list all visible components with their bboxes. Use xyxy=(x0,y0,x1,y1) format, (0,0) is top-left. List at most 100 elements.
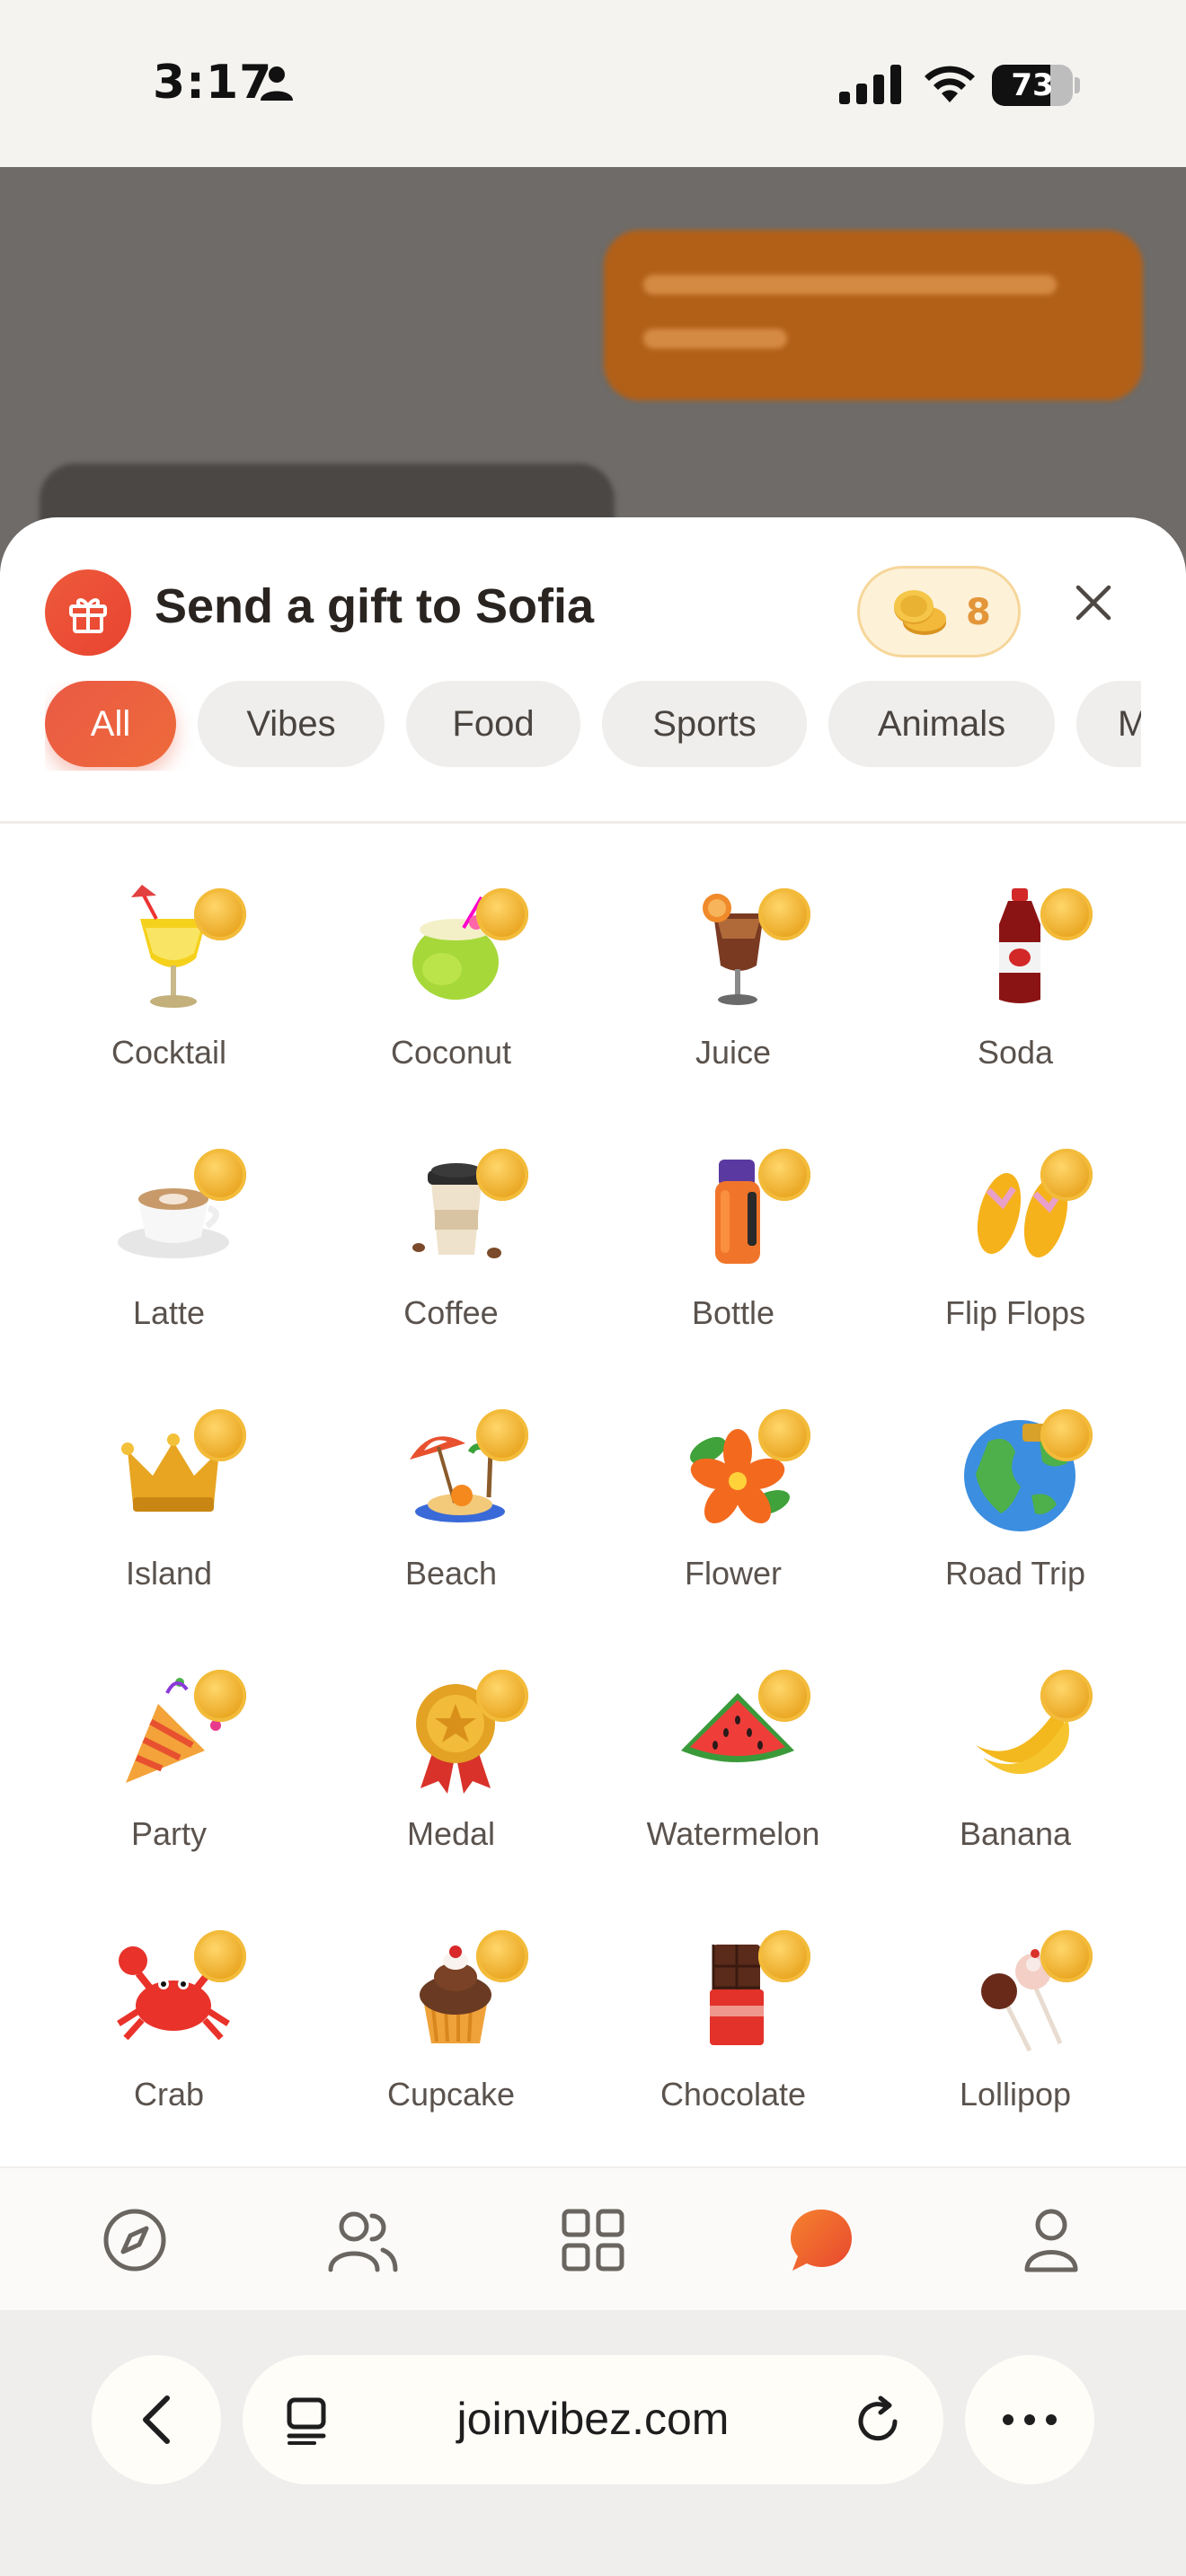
gift-item-coconut[interactable]: Coconut xyxy=(316,876,586,1109)
coin-balance[interactable]: 8 xyxy=(857,566,1021,657)
coin-icon xyxy=(476,1670,528,1722)
coin-icon xyxy=(758,1149,810,1201)
status-time: 3:17 xyxy=(153,56,273,110)
coin-icon xyxy=(758,1409,810,1461)
gift-item-bottle[interactable]: Bottle xyxy=(598,1136,868,1370)
tab-sports[interactable]: Sports xyxy=(602,681,807,767)
coin-icon xyxy=(476,1409,528,1461)
signal-icon xyxy=(839,65,901,104)
coin-icon xyxy=(1040,1149,1093,1201)
nav-chat[interactable] xyxy=(785,2204,857,2276)
address-bar[interactable]: joinvibez.com xyxy=(243,2355,943,2484)
coin-icon xyxy=(1040,1930,1093,1982)
gift-item-juice[interactable]: Juice xyxy=(598,876,868,1109)
gift-label: Coffee xyxy=(403,1294,499,1331)
chat-icon xyxy=(791,2210,852,2271)
tab-all[interactable]: All xyxy=(45,681,176,767)
people-icon xyxy=(328,2211,398,2272)
gift-sheet: Send a gift to Sofia 8 All Vibes Food Sp… xyxy=(0,517,1186,2166)
gift-item-flip-flops[interactable]: Flip Flops xyxy=(881,1136,1150,1370)
gift-label: Cupcake xyxy=(386,2076,516,2113)
gift-item-party[interactable]: Party xyxy=(34,1657,304,1891)
tab-more[interactable]: M xyxy=(1076,681,1141,767)
bottom-nav xyxy=(0,2166,1186,2310)
gift-label: Island xyxy=(125,1555,213,1592)
coins-icon xyxy=(894,590,946,635)
coin-icon xyxy=(758,1930,810,1982)
coin-icon xyxy=(194,888,246,940)
gift-item-coffee[interactable]: Coffee xyxy=(316,1136,586,1370)
gift-icon xyxy=(45,569,131,656)
coin-icon xyxy=(194,1149,246,1201)
nav-people[interactable] xyxy=(327,2204,399,2276)
reload-icon[interactable] xyxy=(854,2395,904,2447)
category-tabs: All Vibes Food Sports Animals M xyxy=(45,681,1141,771)
more-icon xyxy=(1003,2414,1057,2425)
coin-icon xyxy=(1040,1409,1093,1461)
tab-vibes[interactable]: Vibes xyxy=(198,681,385,767)
gift-label: Party xyxy=(130,1815,208,1852)
compass-icon xyxy=(103,2209,166,2272)
gift-label: Lollipop xyxy=(959,2076,1072,2113)
coin-icon xyxy=(476,1930,528,1982)
gift-item-watermelon[interactable]: Watermelon xyxy=(598,1657,868,1891)
status-bar: 3:17 73 xyxy=(0,0,1186,167)
gift-label: Medal xyxy=(406,1815,496,1852)
gift-label: Banana xyxy=(959,1815,1072,1852)
chevron-left-icon xyxy=(143,2395,170,2444)
coin-icon xyxy=(194,1670,246,1722)
tab-animals[interactable]: Animals xyxy=(828,681,1055,767)
gift-label: Soda xyxy=(977,1034,1054,1071)
coin-icon xyxy=(476,1149,528,1201)
wifi-icon xyxy=(925,66,975,102)
sheet-title: Send a gift to Sofia xyxy=(155,579,595,633)
grid-icon xyxy=(562,2209,624,2272)
gift-label: Beach xyxy=(404,1555,498,1592)
gift-label: Coconut xyxy=(390,1034,512,1071)
sheet-header: Send a gift to Sofia 8 All Vibes Food Sp… xyxy=(0,517,1186,823)
tab-food[interactable]: Food xyxy=(406,681,580,767)
gift-label: Crab xyxy=(133,2076,205,2113)
battery-tip xyxy=(1075,77,1080,93)
coin-icon xyxy=(194,1409,246,1461)
gift-label: Bottle xyxy=(691,1294,775,1331)
gift-item-crab[interactable]: Crab xyxy=(34,1918,304,2151)
gift-label: Watermelon xyxy=(646,1815,820,1852)
more-button[interactable] xyxy=(965,2355,1094,2484)
close-button[interactable] xyxy=(1060,569,1127,636)
gift-label: Flower xyxy=(684,1555,783,1592)
gift-label: Cocktail xyxy=(111,1034,227,1071)
gift-item-beach[interactable]: Beach xyxy=(316,1397,586,1630)
coin-icon xyxy=(758,888,810,940)
person-icon xyxy=(261,66,293,101)
close-icon xyxy=(1075,585,1111,621)
coin-icon xyxy=(1040,888,1093,940)
nav-profile[interactable] xyxy=(1015,2204,1087,2276)
gift-item-flower[interactable]: Flower xyxy=(598,1397,868,1630)
coin-icon xyxy=(1040,1670,1093,1722)
gift-item-cupcake[interactable]: Cupcake xyxy=(316,1918,586,2151)
gift-item-chocolate[interactable]: Chocolate xyxy=(598,1918,868,2151)
coin-icon xyxy=(194,1930,246,1982)
gift-item-island[interactable]: Island xyxy=(34,1397,304,1630)
battery-indicator: 73 xyxy=(992,65,1073,106)
gift-item-latte[interactable]: Latte xyxy=(34,1136,304,1370)
gift-label: Juice xyxy=(695,1034,772,1071)
gift-item-road-trip[interactable]: Road Trip xyxy=(881,1397,1150,1630)
coin-icon xyxy=(758,1670,810,1722)
gift-item-cocktail[interactable]: Cocktail xyxy=(34,876,304,1109)
nav-apps[interactable] xyxy=(557,2204,629,2276)
blurred-message-bubble xyxy=(604,230,1143,401)
nav-explore[interactable] xyxy=(99,2204,171,2276)
coin-icon xyxy=(476,888,528,940)
gift-label: Flip Flops xyxy=(944,1294,1086,1331)
gift-item-lollipop[interactable]: Lollipop xyxy=(881,1918,1150,2151)
gift-item-soda[interactable]: Soda xyxy=(881,876,1150,1109)
gift-label: Road Trip xyxy=(944,1555,1086,1592)
back-button[interactable] xyxy=(92,2355,221,2484)
gift-grid: Cocktail Coconut Juice Soda Latte Coffee… xyxy=(0,824,1186,2166)
browser-toolbar: joinvibez.com xyxy=(0,2310,1186,2576)
profile-icon xyxy=(1024,2209,1078,2272)
gift-item-medal[interactable]: Medal xyxy=(316,1657,586,1891)
gift-item-banana[interactable]: Banana xyxy=(881,1657,1150,1891)
